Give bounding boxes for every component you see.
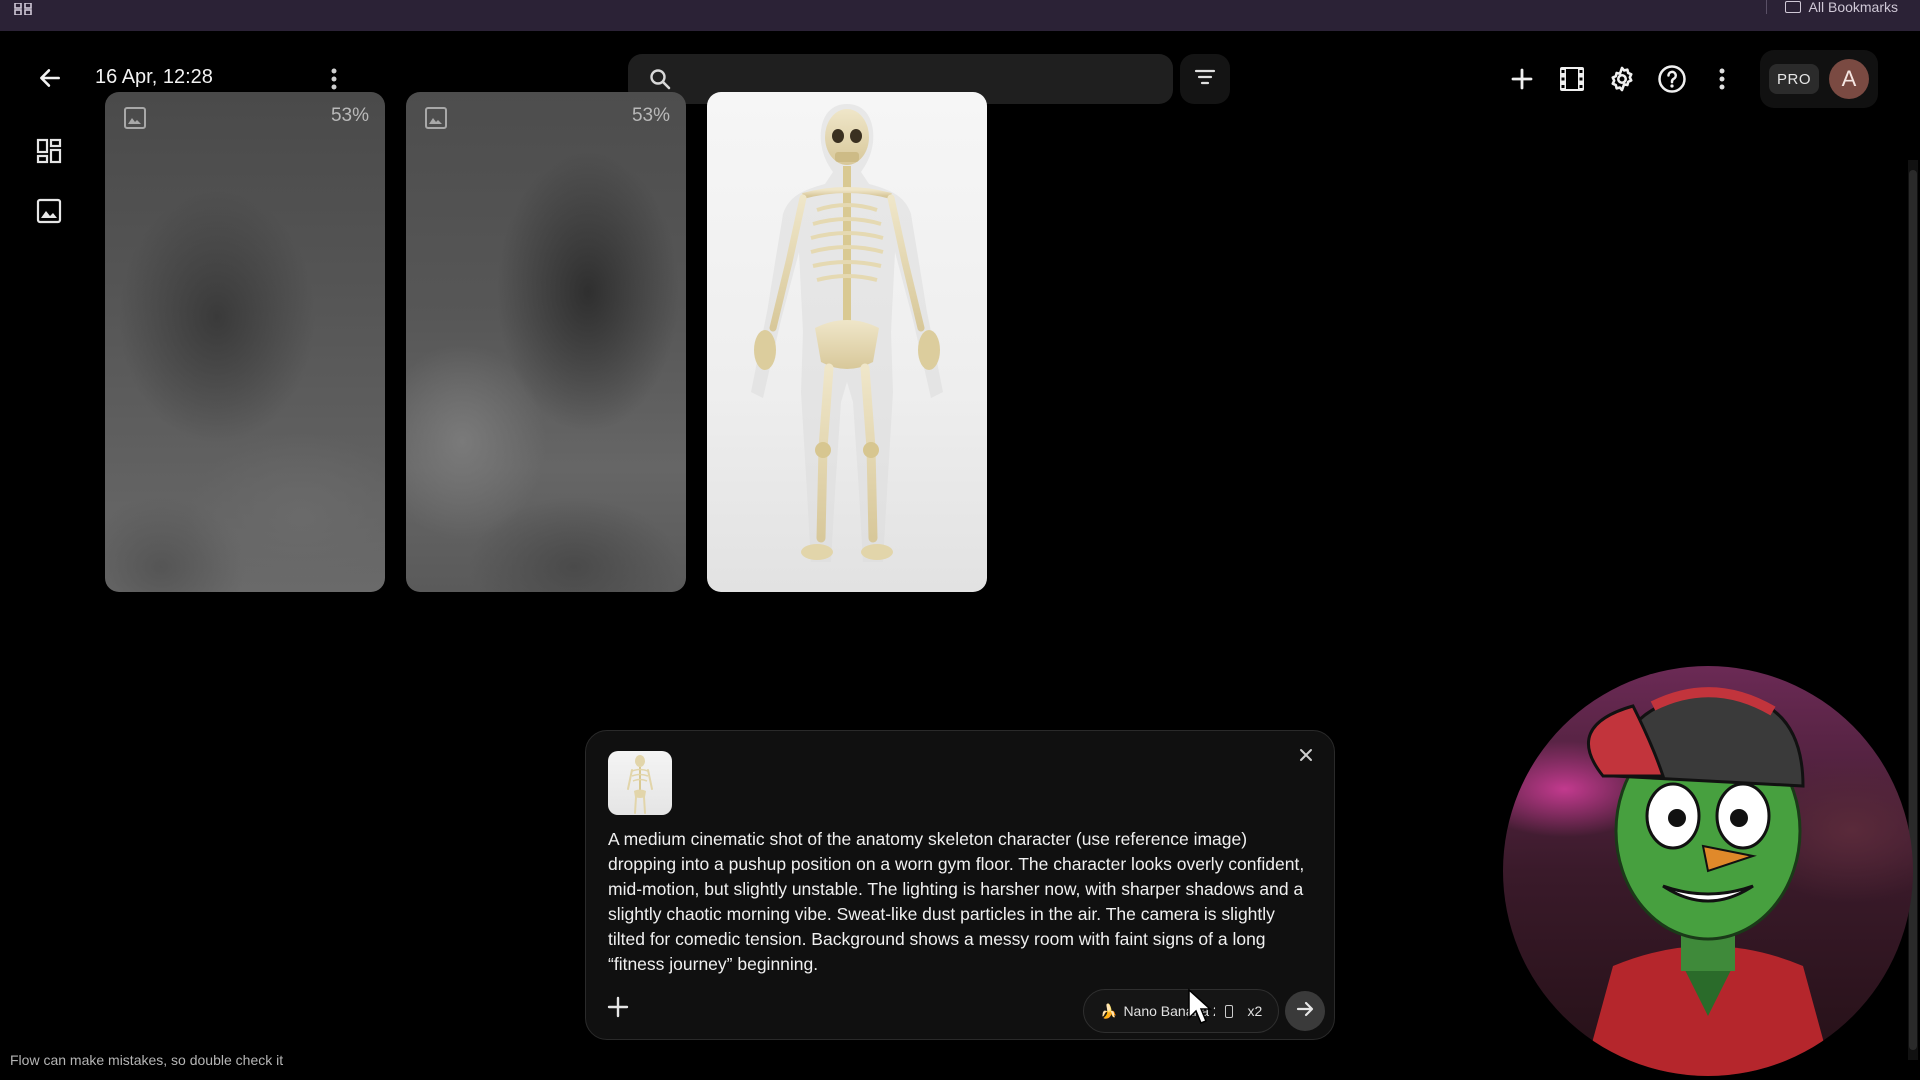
image-gallery-icon[interactable] xyxy=(36,198,62,229)
progress-percent: 53% xyxy=(330,105,369,126)
back-arrow-icon[interactable] xyxy=(34,62,66,94)
prompt-textarea[interactable]: A medium cinematic shot of the anatomy s… xyxy=(608,827,1308,977)
all-bookmarks-label: All Bookmarks xyxy=(1808,0,1898,15)
arrow-right-icon xyxy=(1295,999,1315,1024)
mouse-cursor-icon xyxy=(1187,988,1213,1031)
skeleton-illustration xyxy=(751,104,943,562)
add-reference-icon[interactable] xyxy=(606,995,630,1024)
webcam-overlay xyxy=(1503,666,1913,1076)
disclaimer-text: Flow can make mistakes, so double check … xyxy=(10,1052,284,1068)
add-icon[interactable] xyxy=(1505,62,1539,96)
close-icon[interactable] xyxy=(1298,747,1314,768)
model-selector[interactable]: 🍌 Nano Banana 2 x2 xyxy=(1083,989,1279,1033)
cartoon-presenter xyxy=(1583,687,1833,1076)
folder-icon xyxy=(1784,1,1801,13)
banana-icon: 🍌 xyxy=(1100,1002,1118,1019)
more-vertical-icon[interactable] xyxy=(320,64,348,94)
filter-icon xyxy=(1194,68,1216,91)
skeleton-image-card[interactable] xyxy=(707,92,987,592)
prompt-composer: A medium cinematic shot of the anatomy s… xyxy=(585,730,1335,1040)
settings-gear-icon[interactable] xyxy=(1605,62,1639,96)
help-icon[interactable] xyxy=(1655,62,1689,96)
image-placeholder-icon xyxy=(123,106,147,135)
pro-badge[interactable]: PRO xyxy=(1769,64,1819,94)
scrollbar-thumb[interactable] xyxy=(1909,170,1917,1050)
browser-bookmarks-bar: All Bookmarks xyxy=(0,0,1920,31)
project-date-title[interactable]: 16 Apr, 12:28 xyxy=(95,66,213,89)
send-button[interactable] xyxy=(1285,991,1325,1031)
aspect-ratio-icon xyxy=(1225,1004,1234,1018)
film-scenebuilder-icon[interactable] xyxy=(1555,62,1589,96)
output-count: x2 xyxy=(1247,1003,1263,1019)
apps-grid-icon[interactable] xyxy=(14,2,34,18)
more-vertical-icon[interactable] xyxy=(1708,62,1736,96)
filter-button[interactable] xyxy=(1180,54,1230,104)
generating-card[interactable]: 53% xyxy=(105,92,385,592)
progress-percent: 53% xyxy=(631,105,670,126)
generating-card[interactable]: 53% xyxy=(406,92,686,592)
all-bookmarks[interactable]: All Bookmarks xyxy=(1765,0,1898,15)
divider xyxy=(1765,0,1767,14)
dashboard-grid-icon[interactable] xyxy=(36,138,62,169)
avatar[interactable]: A xyxy=(1829,59,1869,99)
image-placeholder-icon xyxy=(424,106,448,135)
reference-image-thumbnail[interactable] xyxy=(608,751,672,815)
